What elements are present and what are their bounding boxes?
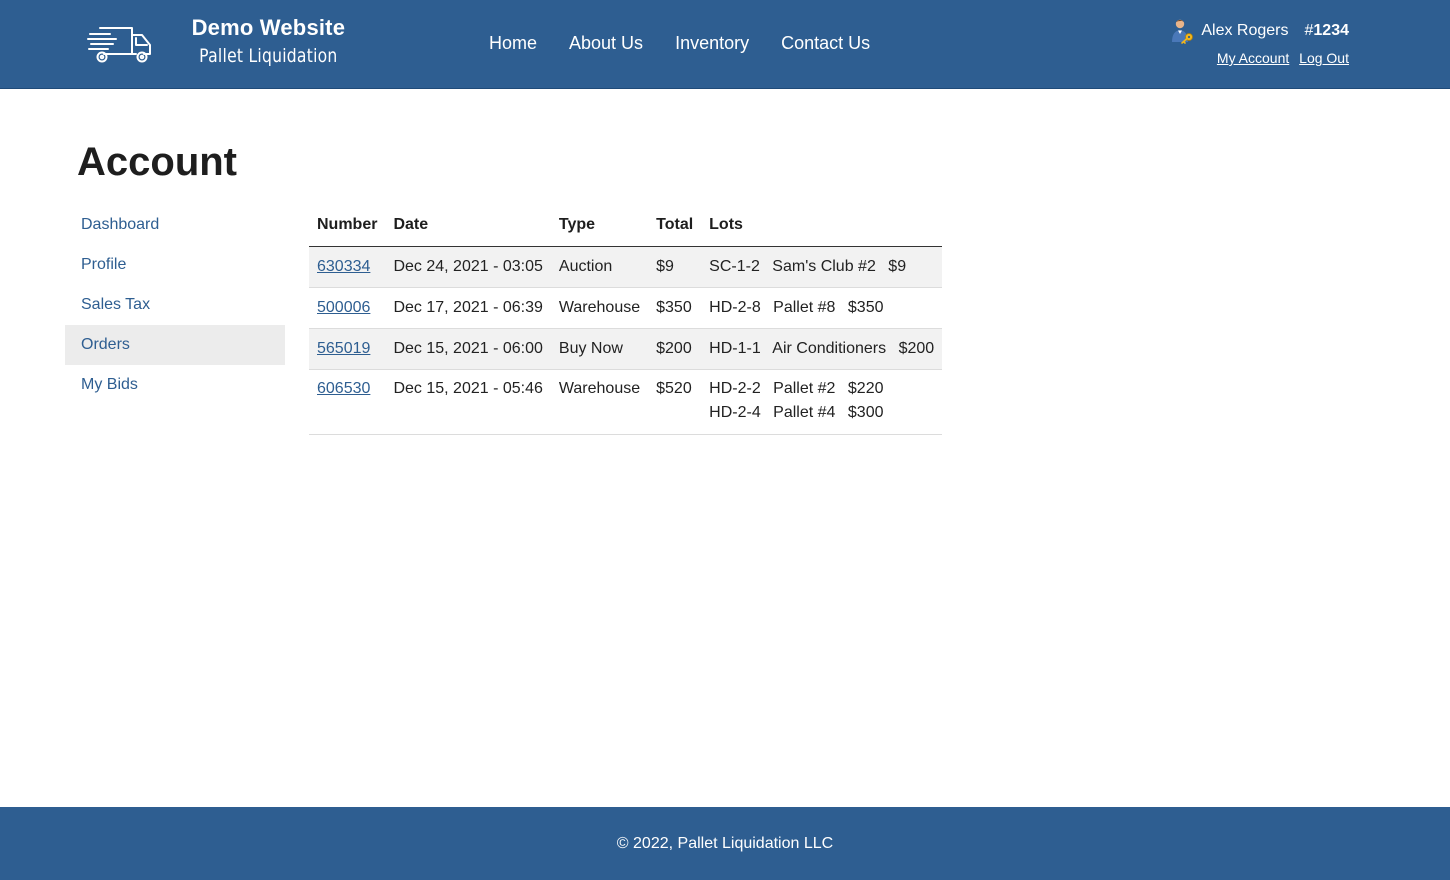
nav-contact-us[interactable]: Contact Us <box>781 33 870 54</box>
order-type: Buy Now <box>550 328 649 370</box>
lot-name: Air Conditioners <box>772 339 887 357</box>
lot-code: HD-1-1 <box>709 339 761 357</box>
order-type: Warehouse <box>550 369 649 435</box>
order-number-link[interactable]: 500006 <box>317 299 370 316</box>
order-total: $520 <box>648 369 702 435</box>
lot-entry: SC-1-2 Sam's Club #2 $9 <box>709 255 934 279</box>
order-number-link[interactable]: 606530 <box>317 380 370 397</box>
site-logo[interactable]: Demo Website Pallet Liquidation <box>86 17 353 66</box>
order-date: Dec 24, 2021 - 03:05 <box>385 246 551 288</box>
nav-home[interactable]: Home <box>489 33 537 54</box>
lot-code: HD-2-8 <box>709 298 761 316</box>
main-nav: Home About Us Inventory Contact Us <box>489 33 870 54</box>
order-number-link[interactable]: 565019 <box>317 340 370 357</box>
order-lots: HD-1-1 Air Conditioners $200 <box>701 328 943 370</box>
user-name: Alex Rogers <box>1201 22 1289 39</box>
site-footer: © 2022, Pallet Liquidation LLC <box>0 807 1450 880</box>
table-row: 606530 Dec 15, 2021 - 05:46 Warehouse $5… <box>309 369 943 435</box>
logo-subtitle: Pallet Liquidation <box>199 45 338 67</box>
logo-title: Demo Website <box>191 15 346 40</box>
order-number-link[interactable]: 630334 <box>317 258 370 275</box>
log-out-link[interactable]: Log Out <box>1299 50 1349 66</box>
lot-code: SC-1-2 <box>709 257 760 275</box>
order-date: Dec 17, 2021 - 06:39 <box>385 287 551 329</box>
account-sidebar: Dashboard Profile Sales Tax Orders My Bi… <box>65 205 285 405</box>
order-total: $9 <box>648 246 702 288</box>
column-header-type: Type <box>550 205 649 247</box>
lot-entry: HD-2-2 Pallet #2 $220 <box>709 377 934 401</box>
lot-price: $300 <box>847 403 884 421</box>
lot-price: $350 <box>847 298 884 316</box>
sidebar-item-sales-tax[interactable]: Sales Tax <box>65 285 285 325</box>
user-panel: Alex Rogers #1234 My Account Log Out <box>1169 19 1349 66</box>
nav-about-us[interactable]: About Us <box>569 33 643 54</box>
order-number-cell: 630334 <box>309 246 386 288</box>
order-total: $350 <box>648 287 702 329</box>
lot-name: Pallet #4 <box>773 403 836 421</box>
order-number-cell: 565019 <box>309 328 386 370</box>
order-date: Dec 15, 2021 - 05:46 <box>385 369 551 435</box>
order-lots: HD-2-2 Pallet #2 $220 HD-2-4 Pallet #4 $… <box>701 369 943 435</box>
column-header-total: Total <box>648 205 702 247</box>
sidebar-item-my-bids[interactable]: My Bids <box>65 365 285 405</box>
lot-name: Pallet #2 <box>773 379 836 397</box>
table-row: 565019 Dec 15, 2021 - 06:00 Buy Now $200… <box>309 328 943 370</box>
footer-copyright: © 2022, Pallet Liquidation LLC <box>616 835 834 852</box>
order-lots: HD-2-8 Pallet #8 $350 <box>701 287 943 329</box>
truck-icon <box>87 26 151 62</box>
nav-inventory[interactable]: Inventory <box>675 33 749 54</box>
order-number-cell: 606530 <box>309 369 386 435</box>
column-header-date: Date <box>385 205 551 247</box>
my-account-link[interactable]: My Account <box>1217 50 1289 66</box>
sidebar-item-profile[interactable]: Profile <box>65 245 285 285</box>
lot-price: $200 <box>898 339 935 357</box>
order-type: Warehouse <box>550 287 649 329</box>
site-header: Demo Website Pallet Liquidation Home Abo… <box>0 0 1450 89</box>
sidebar-item-dashboard[interactable]: Dashboard <box>65 205 285 245</box>
column-header-lots: Lots <box>701 205 943 247</box>
order-total: $200 <box>648 328 702 370</box>
table-row: 500006 Dec 17, 2021 - 06:39 Warehouse $3… <box>309 287 943 329</box>
order-lots: SC-1-2 Sam's Club #2 $9 <box>701 246 943 288</box>
table-header-row: Number Date Type Total Lots <box>309 205 943 247</box>
column-header-number: Number <box>309 205 386 247</box>
orders-table: Number Date Type Total Lots 630334 Dec 2… <box>309 205 943 435</box>
lot-entry: HD-2-8 Pallet #8 $350 <box>709 296 934 320</box>
user-number: #1234 <box>1304 22 1350 39</box>
lot-code: HD-2-2 <box>709 379 761 397</box>
user-key-icon <box>1172 19 1194 44</box>
order-type: Auction <box>550 246 649 288</box>
table-row: 630334 Dec 24, 2021 - 03:05 Auction $9 S… <box>309 246 943 288</box>
lot-entry: HD-1-1 Air Conditioners $200 <box>709 337 934 361</box>
lot-name: Pallet #8 <box>773 298 836 316</box>
lot-price: $220 <box>847 379 884 397</box>
lot-name: Sam's Club #2 <box>772 257 876 275</box>
lot-entry: HD-2-4 Pallet #4 $300 <box>709 401 934 425</box>
order-date: Dec 15, 2021 - 06:00 <box>385 328 551 370</box>
lot-price: $9 <box>888 257 907 275</box>
page-title: Account <box>77 140 237 184</box>
order-number-cell: 500006 <box>309 287 386 329</box>
lot-code: HD-2-4 <box>709 403 761 421</box>
sidebar-item-orders[interactable]: Orders <box>65 325 285 365</box>
